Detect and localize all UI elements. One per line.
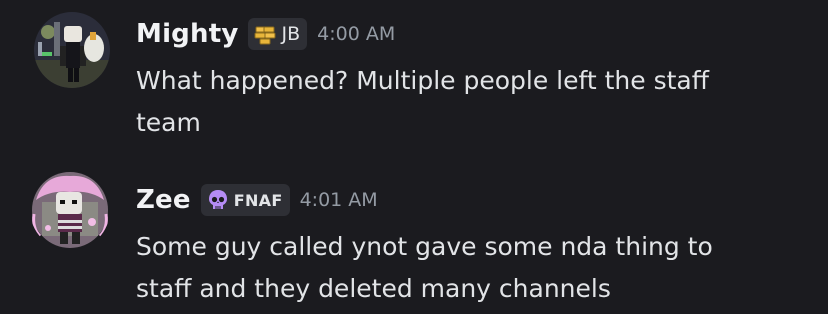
timestamp[interactable]: 4:00 AM — [317, 23, 395, 45]
message-line: staff and they deleted many channels — [136, 274, 611, 303]
message-header: Mighty JB 4:00 AM — [136, 12, 395, 56]
avatar-image — [30, 170, 110, 250]
server-tag[interactable]: FNAF — [200, 184, 290, 216]
message-line: team — [136, 108, 201, 137]
skull-icon — [206, 188, 230, 212]
avatar[interactable] — [30, 170, 110, 250]
avatar[interactable] — [34, 12, 110, 88]
message-line: What happened? Multiple people left the … — [136, 66, 709, 95]
message-header: Zee FNAF 4:01 AM — [136, 178, 378, 222]
username[interactable]: Zee — [136, 185, 191, 215]
avatar-image — [34, 12, 110, 88]
message-content: What happened? Multiple people left the … — [136, 60, 816, 144]
gold-bars-icon — [253, 22, 277, 46]
message-line: Some guy called ynot gave some nda thing… — [136, 232, 713, 261]
timestamp[interactable]: 4:01 AM — [300, 189, 378, 211]
message-content: Some guy called ynot gave some nda thing… — [136, 226, 816, 310]
server-tag-label: FNAF — [233, 190, 283, 210]
server-tag[interactable]: JB — [248, 18, 308, 50]
server-tag-label: JB — [281, 23, 301, 45]
username[interactable]: Mighty — [136, 19, 238, 49]
